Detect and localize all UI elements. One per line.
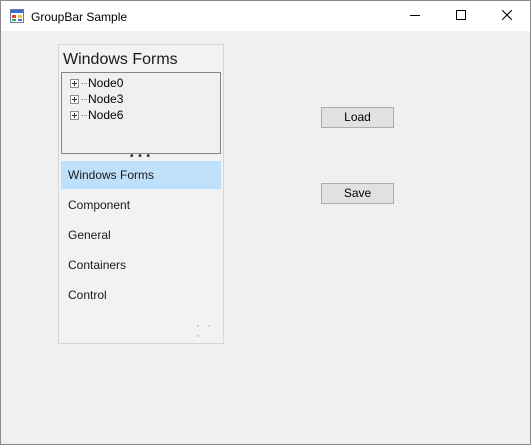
- close-button[interactable]: [484, 1, 530, 31]
- overflow-menu-button[interactable]: · · ·: [196, 319, 223, 341]
- splitter-handle[interactable]: • • •: [130, 152, 151, 162]
- tree-node[interactable]: Node0: [70, 75, 123, 91]
- tree-node-label: Node0: [88, 76, 124, 90]
- group-bar-item-control[interactable]: Control: [61, 281, 221, 309]
- expand-plus-icon[interactable]: [70, 110, 79, 120]
- tree-connector: [81, 98, 87, 100]
- group-bar-item-component[interactable]: Component: [61, 191, 221, 219]
- tree-connector: [81, 82, 87, 84]
- expand-plus-icon[interactable]: [70, 78, 79, 88]
- app-window: GroupBar Sample Windows Forms Node0 Node…: [0, 0, 531, 445]
- tree-connector: [81, 114, 87, 116]
- group-bar-item-windows-forms[interactable]: Windows Forms: [61, 161, 221, 189]
- load-button[interactable]: Load: [321, 107, 394, 128]
- minimize-button[interactable]: [392, 1, 438, 31]
- tree-node-label: Node6: [88, 108, 124, 122]
- maximize-button[interactable]: [438, 1, 484, 31]
- group-bar-item-containers[interactable]: Containers: [61, 251, 221, 279]
- tree-view[interactable]: Node0 Node3 Node6: [61, 72, 221, 154]
- tree-node[interactable]: Node3: [70, 91, 123, 107]
- minimize-icon: [410, 7, 420, 25]
- group-bar-item-general[interactable]: General: [61, 221, 221, 249]
- tree-node[interactable]: Node6: [70, 107, 123, 123]
- close-icon: [501, 7, 513, 25]
- title-bar[interactable]: GroupBar Sample: [1, 1, 530, 31]
- window-title: GroupBar Sample: [31, 10, 128, 24]
- save-button[interactable]: Save: [321, 183, 394, 204]
- tree-node-label: Node3: [88, 92, 124, 106]
- maximize-icon: [456, 7, 466, 25]
- window-app-icon: [10, 9, 24, 23]
- group-bar: Windows Forms Node0 Node3 Node6 • • • Wi…: [58, 44, 224, 344]
- group-bar-header: Windows Forms: [63, 51, 178, 68]
- expand-plus-icon[interactable]: [70, 94, 79, 104]
